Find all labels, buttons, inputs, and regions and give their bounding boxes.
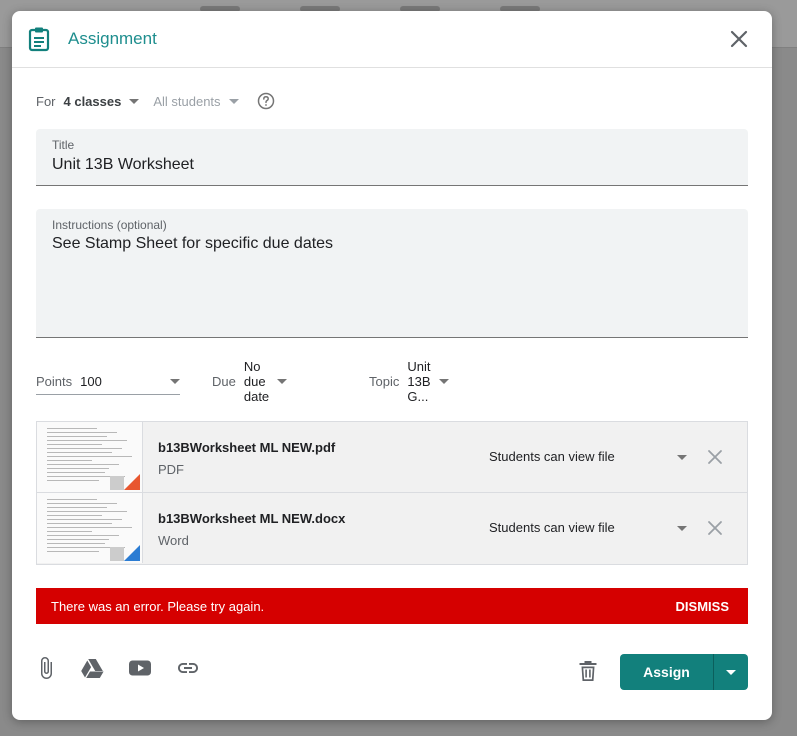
assign-options-button[interactable] bbox=[714, 654, 748, 690]
students-dropdown-label: All students bbox=[153, 93, 221, 109]
attachments-list: b13BWorksheet ML NEW.pdf PDF Students ca… bbox=[36, 421, 748, 565]
dialog-title: Assignment bbox=[68, 29, 157, 48]
chevron-down-icon bbox=[438, 378, 449, 384]
instructions-field[interactable]: Instructions (optional) See Stamp Sheet … bbox=[36, 209, 748, 338]
topic-dropdown[interactable]: Topic Unit 13B G... bbox=[369, 359, 449, 404]
error-snackbar: There was an error. Please try again. DI… bbox=[36, 588, 748, 624]
title-field-value[interactable]: Unit 13B Worksheet bbox=[52, 156, 194, 174]
attachment-name[interactable]: b13BWorksheet ML NEW.pdf bbox=[158, 440, 335, 455]
points-label: Points bbox=[36, 374, 73, 389]
due-value: No due date bbox=[243, 358, 270, 404]
chevron-down-icon bbox=[129, 98, 140, 104]
link-icon[interactable] bbox=[176, 656, 200, 680]
drive-icon[interactable] bbox=[80, 656, 104, 680]
help-icon[interactable] bbox=[257, 92, 275, 110]
chevron-down-icon[interactable] bbox=[677, 455, 687, 460]
chevron-down-icon[interactable] bbox=[677, 526, 687, 531]
topic-label: Topic bbox=[369, 373, 400, 389]
attachment-type: PDF bbox=[158, 462, 184, 477]
assign-split-button: Assign bbox=[620, 654, 748, 690]
audience-row: For 4 classes All students bbox=[36, 91, 275, 111]
title-field[interactable]: Title Unit 13B Worksheet bbox=[36, 129, 748, 186]
points-dropdown[interactable]: Points 100 bbox=[36, 369, 180, 395]
students-dropdown[interactable]: All students bbox=[153, 93, 239, 109]
trash-icon[interactable] bbox=[577, 659, 599, 683]
chevron-down-icon bbox=[170, 379, 180, 384]
chevron-down-icon bbox=[277, 378, 288, 384]
paperclip-icon[interactable] bbox=[34, 656, 58, 680]
file-thumbnail[interactable] bbox=[37, 422, 143, 492]
close-icon[interactable] bbox=[707, 520, 723, 536]
dismiss-button[interactable]: DISMISS bbox=[676, 599, 729, 614]
assignment-dialog: Assignment For 4 classes All students Ti… bbox=[12, 11, 772, 720]
chevron-down-icon bbox=[228, 98, 239, 104]
classes-dropdown[interactable]: 4 classes bbox=[64, 94, 140, 109]
topic-value: Unit 13B G... bbox=[407, 358, 431, 404]
due-label: Due bbox=[212, 373, 236, 389]
attachment-item[interactable]: b13BWorksheet ML NEW.docx Word Students … bbox=[37, 493, 747, 564]
instructions-field-value[interactable]: See Stamp Sheet for specific due dates bbox=[52, 235, 333, 253]
permission-dropdown[interactable]: Students can view file bbox=[489, 449, 615, 464]
points-value: 100 bbox=[80, 374, 102, 389]
assign-button[interactable]: Assign bbox=[620, 654, 713, 690]
instructions-field-label: Instructions (optional) bbox=[52, 218, 167, 232]
attachment-item[interactable]: b13BWorksheet ML NEW.pdf PDF Students ca… bbox=[37, 422, 747, 493]
for-label: For bbox=[36, 93, 56, 109]
close-icon[interactable] bbox=[707, 449, 723, 465]
pdf-file-icon bbox=[124, 474, 140, 490]
attachment-type: Word bbox=[158, 533, 189, 548]
classes-dropdown-label: 4 classes bbox=[63, 93, 122, 109]
youtube-icon[interactable] bbox=[128, 656, 152, 680]
permission-dropdown[interactable]: Students can view file bbox=[489, 520, 615, 535]
word-file-icon bbox=[124, 545, 140, 561]
attachment-name[interactable]: b13BWorksheet ML NEW.docx bbox=[158, 511, 345, 526]
file-thumbnail[interactable] bbox=[37, 493, 143, 563]
clipboard-icon bbox=[28, 27, 50, 52]
error-message: There was an error. Please try again. bbox=[51, 599, 265, 614]
dialog-header: Assignment bbox=[12, 11, 772, 68]
chevron-down-icon bbox=[726, 669, 736, 675]
title-field-label: Title bbox=[52, 138, 75, 152]
due-dropdown[interactable]: Due No due date bbox=[212, 359, 288, 404]
close-icon[interactable] bbox=[728, 28, 750, 50]
